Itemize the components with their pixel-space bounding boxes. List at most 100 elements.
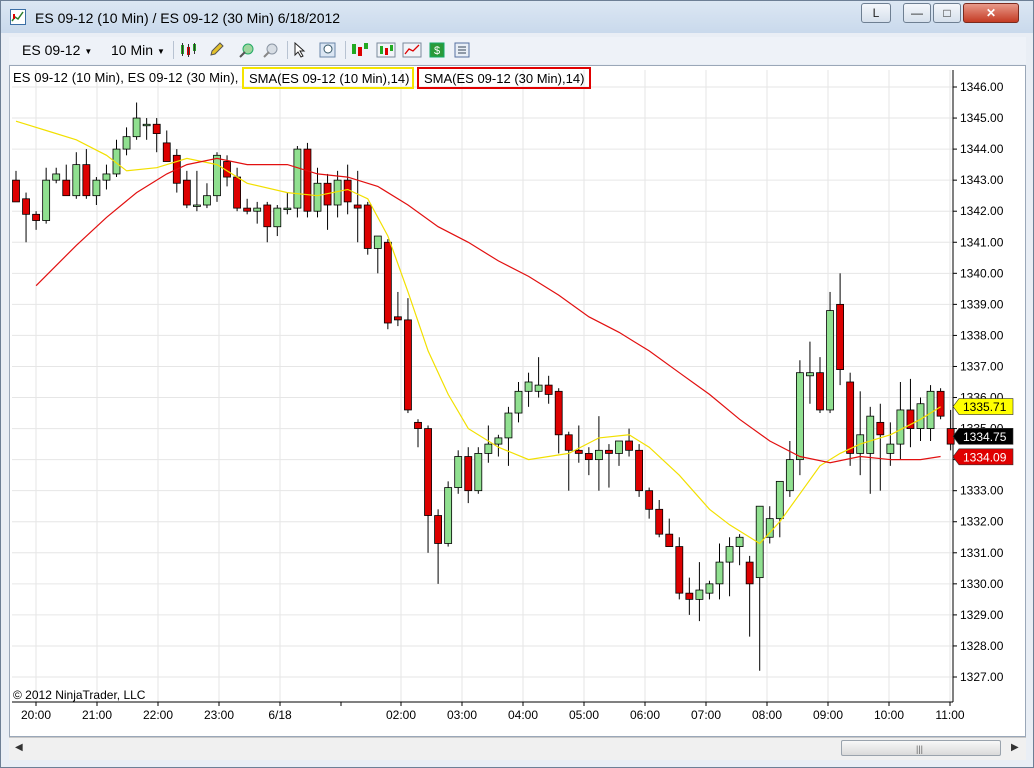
candle-down[interactable]: [383, 241, 392, 324]
candle-up[interactable]: [775, 480, 784, 520]
candle-down[interactable]: [846, 381, 855, 454]
candle-up[interactable]: [886, 443, 895, 454]
candle-down[interactable]: [62, 179, 71, 197]
candle-down[interactable]: [353, 204, 362, 209]
candle-up[interactable]: [454, 456, 463, 488]
chart-style-icon[interactable]: [179, 42, 201, 58]
candle-up[interactable]: [52, 173, 61, 181]
candle-up[interactable]: [72, 164, 81, 197]
candle-down[interactable]: [424, 428, 432, 516]
candle-down[interactable]: [243, 207, 252, 212]
candle-down[interactable]: [32, 213, 41, 221]
candle-up[interactable]: [484, 443, 493, 454]
chart-panel[interactable]: 1346.00 1345.00 1344.00 1343.00 1342.00 1341.…: [9, 65, 1026, 737]
candle-down[interactable]: [605, 449, 613, 454]
candle-up[interactable]: [273, 207, 282, 228]
candle-up[interactable]: [826, 310, 834, 411]
candle-up[interactable]: [283, 207, 292, 211]
candle-down[interactable]: [263, 204, 272, 228]
bars-icon[interactable]: [376, 42, 398, 58]
candle-up[interactable]: [866, 415, 875, 454]
candle-down[interactable]: [162, 142, 171, 162]
candle-up[interactable]: [192, 204, 201, 207]
candle-down[interactable]: [393, 316, 402, 321]
zoom-in-icon[interactable]: [237, 42, 259, 58]
candle-down[interactable]: [554, 390, 563, 436]
candle-up[interactable]: [444, 487, 453, 544]
candle-down[interactable]: [82, 164, 91, 197]
cursor-icon[interactable]: [292, 42, 314, 58]
candle-down[interactable]: [655, 508, 664, 535]
candle-up[interactable]: [524, 381, 533, 392]
candle-up[interactable]: [474, 453, 483, 492]
candle-down[interactable]: [745, 561, 754, 585]
candle-up[interactable]: [203, 195, 211, 206]
title-bar[interactable]: ES 09-12 (10 Min) / ES 09-12 (30 Min) 6/…: [1, 1, 1033, 33]
candle-down[interactable]: [635, 449, 643, 492]
candle-up[interactable]: [796, 372, 804, 461]
candle-up[interactable]: [42, 179, 51, 221]
candle-up[interactable]: [806, 372, 814, 377]
candle-up[interactable]: [595, 449, 603, 461]
candle-up[interactable]: [213, 154, 221, 197]
candle-down[interactable]: [152, 123, 161, 134]
close-button[interactable]: ✕: [963, 3, 1019, 23]
candle-down[interactable]: [363, 204, 372, 249]
indicators-icon[interactable]: [402, 42, 424, 58]
candle-down[interactable]: [182, 179, 191, 206]
pencil-icon[interactable]: [208, 42, 230, 58]
sma30-legend[interactable]: SMA(ES 09-12 (30 Min),14): [417, 67, 591, 89]
candle-up[interactable]: [313, 182, 322, 212]
candle-down[interactable]: [816, 372, 824, 411]
candle-up[interactable]: [504, 412, 513, 439]
candle-up[interactable]: [122, 136, 131, 150]
scroll-right-icon[interactable]: ▶: [1011, 742, 1019, 753]
candle-up[interactable]: [896, 409, 905, 445]
maximize-button[interactable]: □: [933, 3, 961, 23]
horizontal-scrollbar[interactable]: ◀ ||| ▶: [9, 737, 1026, 760]
price-chart[interactable]: 1346.00 1345.00 1344.00 1343.00 1342.00 1341.…: [10, 66, 1025, 736]
candle-up[interactable]: [534, 384, 543, 392]
magnifier-icon[interactable]: [319, 42, 341, 58]
candle-down[interactable]: [12, 179, 20, 203]
candle-up[interactable]: [132, 117, 141, 138]
interval-selector[interactable]: 10 Min ▼: [111, 42, 165, 58]
candle-down[interactable]: [303, 148, 312, 212]
candle-up[interactable]: [293, 148, 302, 209]
candle-down[interactable]: [936, 390, 945, 417]
candle-down[interactable]: [464, 456, 473, 492]
candle-up[interactable]: [373, 235, 382, 249]
candle-down[interactable]: [685, 592, 694, 600]
candle-down[interactable]: [414, 421, 422, 429]
minimize-button[interactable]: —: [903, 3, 931, 23]
candle-up[interactable]: [715, 561, 724, 585]
candle-down[interactable]: [404, 319, 412, 411]
candle-down[interactable]: [434, 515, 443, 544]
candle-down[interactable]: [836, 303, 844, 370]
candle-up[interactable]: [695, 589, 704, 600]
candle-down[interactable]: [233, 176, 242, 209]
candle-up[interactable]: [253, 207, 262, 212]
candle-up[interactable]: [705, 583, 714, 594]
candle-down[interactable]: [675, 546, 684, 594]
candle-up[interactable]: [92, 179, 101, 197]
candle-down[interactable]: [574, 449, 583, 454]
candle-down[interactable]: [22, 198, 30, 215]
candle-down[interactable]: [625, 440, 633, 451]
candle-up[interactable]: [615, 440, 623, 454]
candle-down[interactable]: [564, 434, 573, 451]
candle-down[interactable]: [665, 533, 674, 547]
candle-up[interactable]: [725, 546, 734, 563]
candle-down[interactable]: [544, 384, 553, 395]
candle-down[interactable]: [876, 421, 885, 436]
sma10-legend[interactable]: SMA(ES 09-12 (10 Min),14): [242, 67, 414, 89]
strategy-icon[interactable]: $: [428, 42, 450, 58]
zoom-out-icon[interactable]: [261, 42, 283, 58]
candle-up[interactable]: [494, 437, 503, 445]
candle-up[interactable]: [514, 390, 523, 414]
candle-up[interactable]: [142, 123, 151, 127]
candle-up[interactable]: [102, 173, 111, 181]
candle-up[interactable]: [916, 403, 925, 429]
scroll-left-icon[interactable]: ◀: [15, 742, 23, 753]
link-button[interactable]: L: [861, 3, 891, 23]
